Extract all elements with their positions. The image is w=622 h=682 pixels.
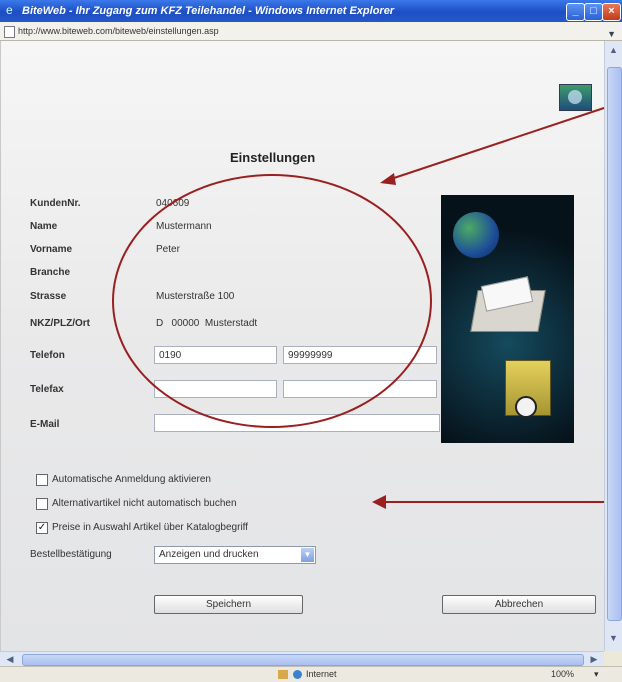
security-icon <box>278 670 288 679</box>
status-bar: Internet 100% ▾ <box>0 666 622 682</box>
internet-zone-icon <box>293 670 302 679</box>
horizontal-scrollbar[interactable]: ◀ ▶ <box>0 651 604 667</box>
scroll-left-icon[interactable]: ◀ <box>3 653 17 666</box>
scroll-down-icon[interactable]: ▼ <box>607 631 620 645</box>
internet-zone-label: Internet <box>306 669 337 679</box>
zoom-level[interactable]: 100% <box>551 667 574 682</box>
annotation-arrows <box>372 102 621 509</box>
chevron-down-icon[interactable]: ▾ <box>594 667 599 682</box>
vertical-scroll-thumb[interactable] <box>607 67 622 621</box>
horizontal-scroll-thumb[interactable] <box>22 654 584 666</box>
vertical-scrollbar[interactable]: ▲ ▼ <box>604 41 622 651</box>
scroll-right-icon[interactable]: ▶ <box>587 653 601 666</box>
scroll-up-icon[interactable]: ▲ <box>607 43 620 57</box>
